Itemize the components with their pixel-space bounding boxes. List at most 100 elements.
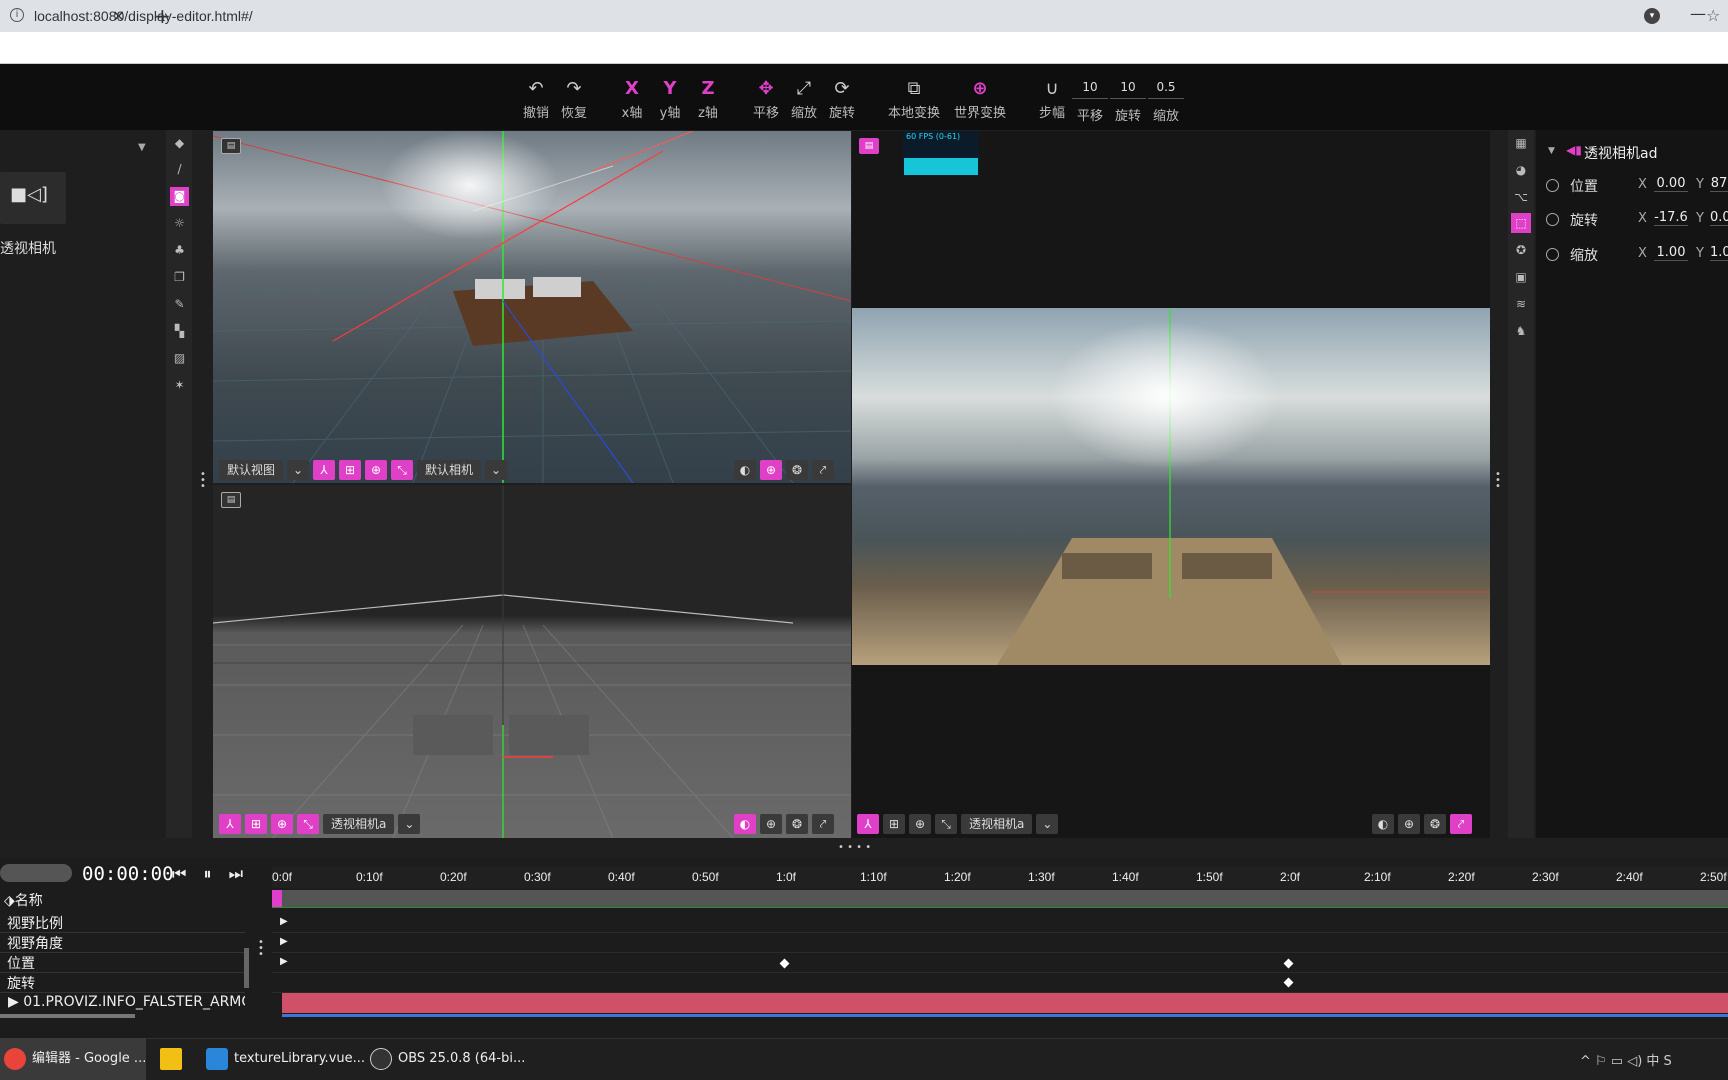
tab-search-icon[interactable]: ▾ [1644,8,1660,24]
viewport-camera-a-bottom[interactable] [213,485,851,838]
camera-select[interactable]: 透视相机a [323,814,395,834]
transform-icon[interactable]: ⬚ [1511,213,1531,233]
step-rotate-input[interactable]: 10 [1110,80,1146,99]
transform-gizmo-icon[interactable]: ⤡ [935,814,957,834]
taskbar-vscode[interactable]: textureLibrary.vue... [206,1038,365,1080]
resize-handle-left[interactable]: • • • [200,470,206,492]
rotation-x-input[interactable]: -17.6 [1654,210,1688,226]
track-lane[interactable] [272,973,1728,993]
track-lane[interactable]: ▶ [272,953,1728,973]
shading-icon[interactable]: ◐ [734,460,756,480]
checker-icon[interactable]: ▚ [170,322,189,341]
chevron-down-icon[interactable]: ⌄ [485,460,508,480]
keyframe-clock-icon[interactable] [1546,179,1559,192]
playback-controls[interactable]: ⏮ ⏸ ⏭ [172,864,249,884]
timeline-zoom-slider[interactable] [0,864,72,882]
hierarchy-icon[interactable]: ⌥ [1511,187,1531,207]
grid-icon[interactable]: ⊞ [883,814,905,834]
environment-icon[interactable]: ⊕ [760,814,782,834]
grid-icon[interactable]: ⊞ [339,460,362,480]
track-lane[interactable]: ▶ [272,913,1728,933]
track-row[interactable]: 视野比例 [0,913,245,933]
collapse-triangle-icon[interactable]: ▼ [1548,146,1555,156]
track-group-bar[interactable] [282,993,1728,1013]
image-icon[interactable]: ▣ [1511,267,1531,287]
environment-icon[interactable]: ⊕ [760,460,782,480]
rotate-button[interactable]: ⟳ 旋转 [822,78,862,121]
timeline-track-bar[interactable] [272,890,1728,908]
grid-icon[interactable]: ⊞ [245,814,267,834]
animation-icon[interactable]: ✪ [1511,240,1531,260]
undo-button[interactable]: ↶ 撤销 [516,78,556,121]
particles-icon[interactable]: ❂ [786,814,808,834]
magic-wand-icon[interactable]: ✶ [170,376,189,395]
keyframe-clock-icon[interactable] [1546,213,1559,226]
track-list-scrollbar[interactable] [244,948,249,988]
axes-icon[interactable]: ⅄ [219,814,241,834]
playhead[interactable] [272,890,282,908]
shading-icon[interactable]: ◐ [734,814,756,834]
line-icon[interactable]: / [170,160,189,179]
effects-icon[interactable]: ≋ [1511,294,1531,314]
viewport-menu-icon[interactable]: ▤ [221,138,241,154]
track-row[interactable]: 视野角度 [0,933,245,953]
globe-icon[interactable]: ⊕ [909,814,931,834]
clapper-icon[interactable]: ▦ [1511,133,1531,153]
step-scale-input[interactable]: 0.5 [1148,80,1184,99]
chevron-down-icon[interactable]: ⌄ [287,460,310,480]
y-axis-button[interactable]: Yy轴 [650,78,690,121]
address-bar[interactable] [0,32,1728,64]
resize-handle-right[interactable]: • • • [1495,470,1501,492]
axes-icon[interactable]: ⅄ [313,460,336,480]
taskbar-chrome[interactable]: 编辑器 - Google ... [0,1038,146,1080]
globe-icon[interactable]: ⊕ [365,460,388,480]
character-icon[interactable]: ♞ [1511,321,1531,341]
minimize-button[interactable]: — [1690,4,1706,23]
transform-gizmo-icon[interactable]: ⤡ [297,814,319,834]
url-text[interactable]: localhost:8080/display-editor.html#/ [34,8,253,24]
scale-button[interactable]: ⤢ 缩放 [784,78,824,121]
expand-triangle-icon[interactable]: ▶ [8,994,23,1010]
chevron-down-icon[interactable]: ⌄ [398,814,421,834]
light-icon[interactable]: ☼ [170,214,189,233]
particles-icon[interactable]: ❂ [786,460,808,480]
view-select[interactable]: 默认视图 [219,460,284,480]
keyframe-clock-icon[interactable] [1546,248,1559,261]
camera-select[interactable]: 默认相机 [417,460,482,480]
camera-select[interactable]: 透视相机a [961,814,1033,834]
redo-button[interactable]: ↷ 恢复 [554,78,594,121]
shading-icon[interactable]: ◐ [1372,814,1394,834]
hatch-icon[interactable]: ▨ [170,349,189,368]
shapes-icon[interactable]: ◆ [170,134,189,153]
track-row[interactable]: 旋转 [0,973,245,993]
local-transform-button[interactable]: ⧉ 本地变换 [882,78,946,121]
timeline-ruler[interactable] [272,866,1728,888]
step-translate-input[interactable]: 10 [1072,80,1108,99]
track-lane[interactable]: ▶ [272,933,1728,953]
copy-icon[interactable]: ❐ [170,268,189,287]
scale-x-input[interactable]: 1.00 [1654,245,1688,261]
taskbar-obs[interactable]: OBS 25.0.8 (64-bi... [370,1038,530,1080]
taskbar-notes[interactable] [160,1038,190,1080]
gizmo-icon[interactable]: ⤤ [1450,814,1472,834]
gizmo-icon[interactable]: ⤤ [812,814,834,834]
viewport-menu-icon[interactable]: ▤ [859,138,879,154]
translate-button[interactable]: ✥ 平移 [746,78,786,121]
z-axis-button[interactable]: Zz轴 [688,78,728,121]
world-transform-button[interactable]: ⊕ 世界变换 [948,78,1012,121]
environment-icon[interactable]: ⊕ [1398,814,1420,834]
globe-icon[interactable]: ⊕ [271,814,293,834]
camera-tool-icon[interactable]: ◙ [170,187,189,206]
chevron-down-icon[interactable]: ⌄ [1036,814,1059,834]
transform-gizmo-icon[interactable]: ⤡ [391,460,414,480]
track-row[interactable]: 位置 [0,953,245,973]
gizmo-icon[interactable]: ⤤ [812,460,834,480]
step-toggle-button[interactable]: ∪ 步幅 [1032,78,1072,121]
scale-y-input[interactable]: 1.0 [1710,245,1728,261]
expand-triangle-icon[interactable]: ▶ [280,936,288,947]
particles-icon[interactable]: ❂ [1424,814,1446,834]
position-x-input[interactable]: 0.00 [1654,176,1688,192]
brush-icon[interactable]: ✎ [170,295,189,314]
group-icon[interactable]: ♣ [170,241,189,260]
material-icon[interactable]: ◕ [1511,160,1531,180]
